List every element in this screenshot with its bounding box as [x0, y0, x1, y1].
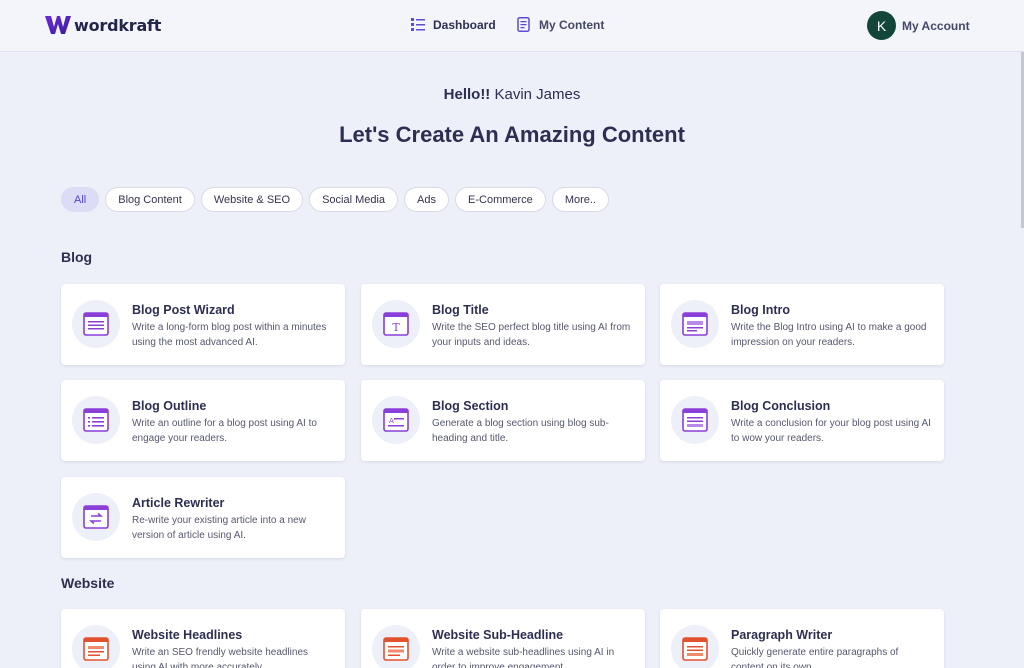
greeting-user-name: Kavin James — [494, 86, 581, 103]
my-account-label: My Account — [902, 18, 970, 33]
section-title-website: Website — [61, 575, 115, 591]
card-title: Blog Conclusion — [731, 399, 831, 413]
card-description: Write a conclusion for your blog post us… — [731, 418, 931, 444]
blog-title-svg: T — [383, 312, 409, 336]
my-account-menu[interactable]: K My Account — [867, 11, 970, 40]
card-description: Write the SEO perfect blog title using A… — [432, 322, 631, 348]
card-description: Generate a blog section using blog sub-h… — [432, 418, 609, 444]
card-title: Paragraph Writer — [731, 628, 833, 642]
card-description: Write a website sub-headlines using AI i… — [432, 647, 615, 668]
filter-all[interactable]: All — [61, 187, 100, 212]
logo-text: wordkraft — [74, 15, 162, 35]
paragraph-writer-icon — [671, 625, 719, 668]
section-title-blog: Blog — [61, 249, 93, 265]
paragraph-writer-svg — [682, 637, 708, 661]
card-title: Website Sub-Headline — [432, 628, 564, 642]
page-headline: Let's Create An Amazing Content — [339, 122, 685, 147]
filter-social-media[interactable]: Social Media — [309, 187, 399, 212]
blog-conclusion-icon — [671, 396, 719, 444]
filter-ads[interactable]: Ads — [404, 187, 450, 212]
category-filters: All Blog Content Website & SEO Social Me… — [61, 187, 615, 212]
card-description: Write an SEO frendly website headlines u… — [132, 647, 309, 668]
website-subheadline-icon — [372, 625, 420, 668]
tool-card-blog-intro[interactable]: Blog Intro Write the Blog Intro using AI… — [660, 284, 944, 365]
blog-intro-icon — [671, 300, 719, 348]
blog-section-icon: A — [372, 396, 420, 444]
blog-title-icon: T — [372, 300, 420, 348]
filter-website-seo[interactable]: Website & SEO — [200, 187, 304, 212]
tool-card-website-sub-headline[interactable]: Website Sub-Headline Write a website sub… — [361, 609, 645, 668]
svg-text:A: A — [389, 417, 394, 425]
website-subheadline-svg — [383, 637, 409, 661]
tool-card-paragraph-writer[interactable]: Paragraph Writer Quickly generate entire… — [660, 609, 944, 668]
card-title: Website Headlines — [132, 628, 243, 642]
blog-outline-icon — [72, 396, 120, 444]
card-description: Write an outline for a blog post using A… — [132, 418, 317, 444]
filter-more[interactable]: More.. — [551, 187, 609, 212]
wordkraft-logo-icon — [45, 16, 71, 34]
nav-my-content[interactable]: My Content — [517, 17, 604, 32]
card-title: Blog Intro — [731, 303, 791, 317]
blog-section-svg: A — [383, 408, 409, 432]
tool-card-blog-outline[interactable]: Blog Outline Write an outline for a blog… — [61, 380, 345, 461]
svg-text:T: T — [392, 321, 400, 334]
tool-card-blog-title[interactable]: T Blog Title Write the SEO perfect blog … — [361, 284, 645, 365]
nav-dashboard[interactable]: Dashboard — [411, 17, 496, 32]
greeting: Hello!! Kavin James — [0, 86, 1024, 103]
tool-card-blog-conclusion[interactable]: Blog Conclusion Write a conclusion for y… — [660, 380, 944, 461]
card-description: Quickly generate entire paragraphs of co… — [731, 647, 899, 668]
tool-card-article-rewriter[interactable]: Article Rewriter Re-write your existing … — [61, 477, 345, 558]
filter-e-commerce[interactable]: E-Commerce — [455, 187, 546, 212]
card-title: Article Rewriter — [132, 496, 225, 510]
blog-conclusion-svg — [682, 408, 708, 432]
nav-my-content-label: My Content — [539, 17, 605, 32]
tool-card-website-headlines[interactable]: Website Headlines Write an SEO frendly w… — [61, 609, 345, 668]
card-description: Write the Blog Intro using AI to make a … — [731, 322, 927, 348]
blog-wizard-svg — [83, 312, 109, 336]
card-description: Write a long-form blog post within a min… — [132, 322, 327, 348]
dashboard-list-icon — [411, 18, 425, 31]
avatar[interactable]: K — [867, 11, 896, 40]
card-title: Blog Outline — [132, 399, 207, 413]
nav-dashboard-label: Dashboard — [433, 17, 496, 32]
logo[interactable]: wordkraft — [45, 15, 161, 35]
document-icon — [517, 17, 530, 32]
tool-card-blog-section[interactable]: A Blog Section Generate a blog section u… — [361, 380, 645, 461]
filter-blog-content[interactable]: Blog Content — [105, 187, 195, 212]
article-rewriter-svg — [83, 505, 109, 529]
top-navbar: wordkraft Dashboard My Content K My Acco… — [0, 0, 1024, 52]
greeting-prefix: Hello!! — [443, 86, 491, 103]
tool-card-blog-post-wizard[interactable]: Blog Post Wizard Write a long-form blog … — [61, 284, 345, 365]
blog-wizard-icon — [72, 300, 120, 348]
card-description: Re-write your existing article into a ne… — [132, 515, 306, 541]
card-title: Blog Title — [432, 303, 489, 317]
article-rewriter-icon — [72, 493, 120, 541]
blog-outline-svg — [83, 408, 109, 432]
card-title: Blog Post Wizard — [132, 303, 235, 317]
website-headlines-svg — [83, 637, 109, 661]
website-headlines-icon — [72, 625, 120, 668]
blog-intro-svg — [682, 312, 708, 336]
card-title: Blog Section — [432, 399, 509, 413]
